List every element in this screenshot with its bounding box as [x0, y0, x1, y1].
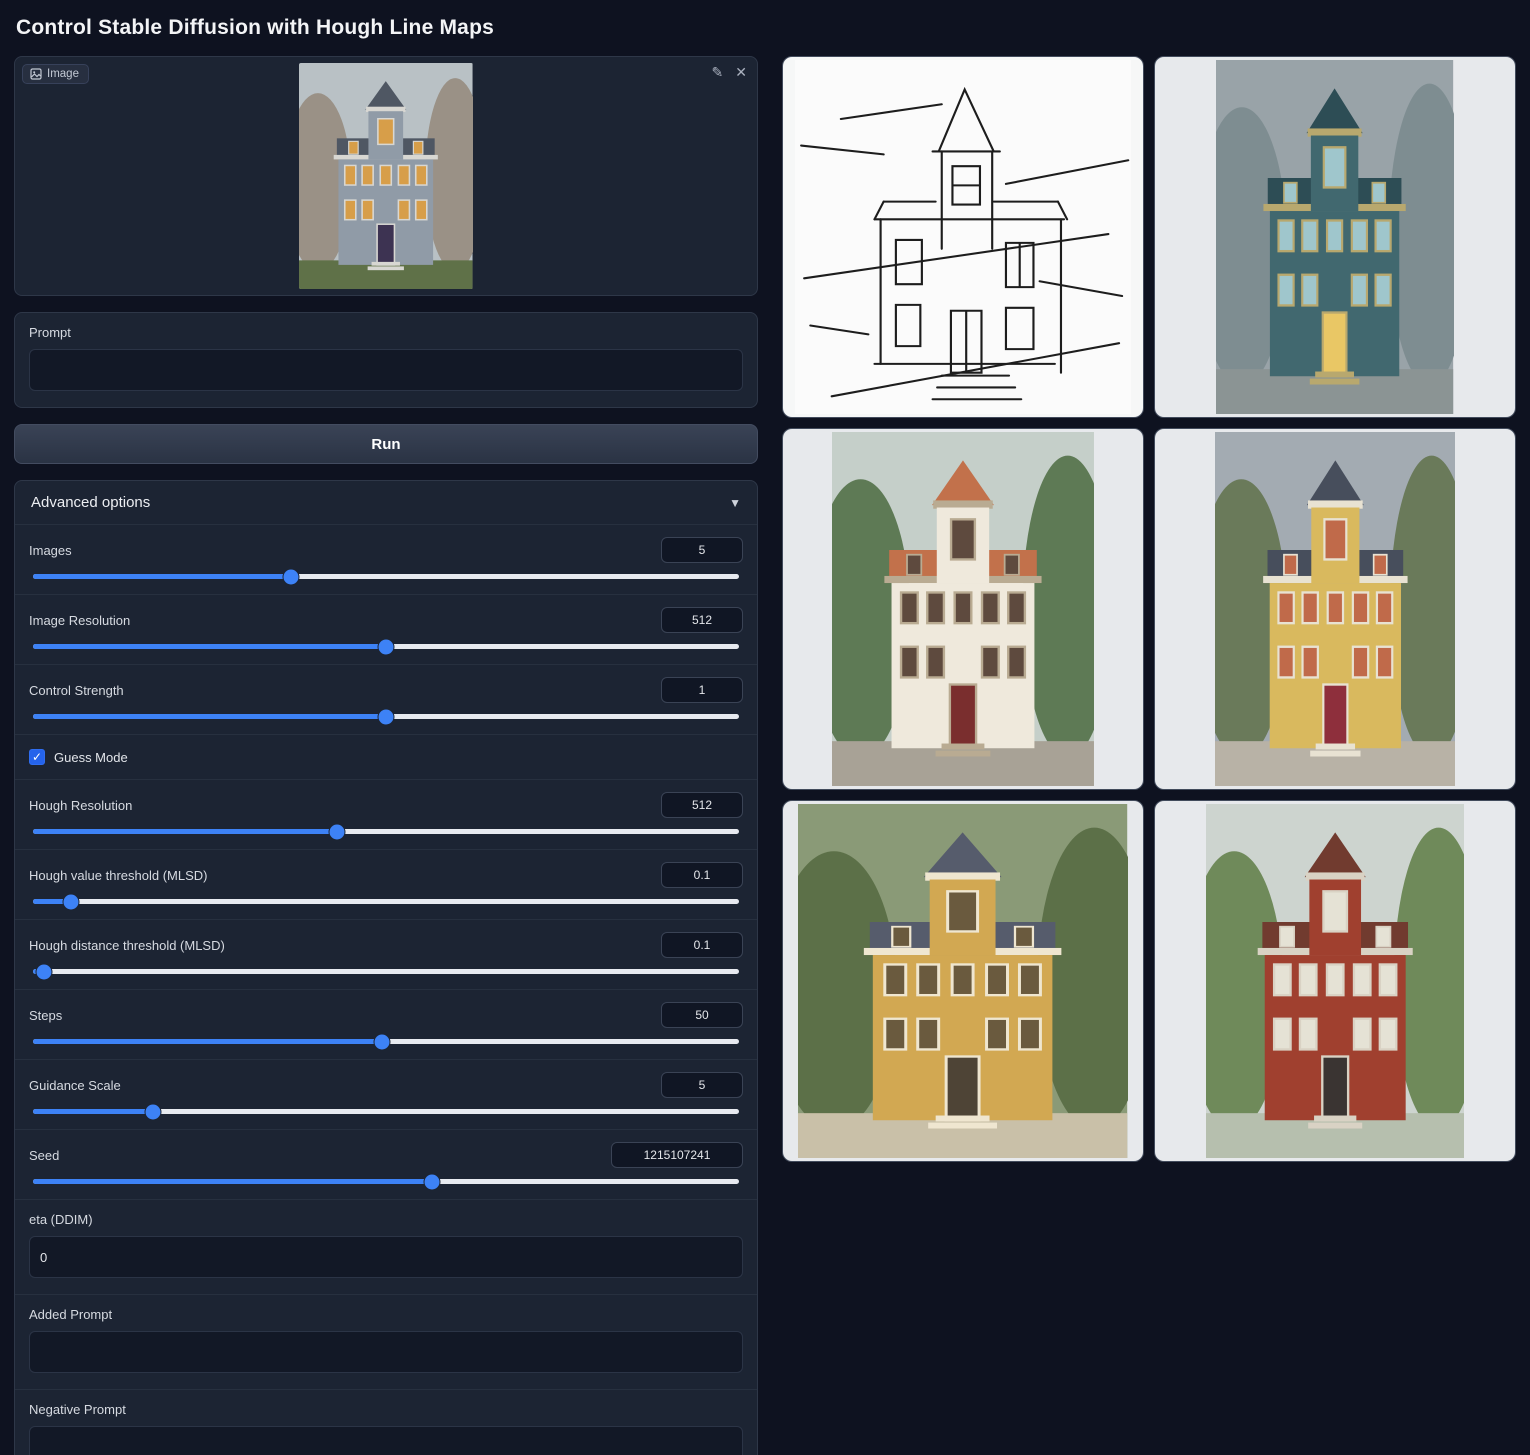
slider-label: Hough value threshold (MLSD)	[29, 868, 207, 883]
slider-track[interactable]	[33, 574, 739, 579]
slider-fill	[33, 1039, 382, 1044]
slider-track[interactable]	[33, 714, 739, 719]
left-column: Image ✎ ✕ Prompt Run Advanced opti	[14, 56, 758, 1455]
slider-handle[interactable]	[146, 1104, 161, 1119]
slider-handle[interactable]	[379, 709, 394, 724]
slider-handle[interactable]	[36, 964, 51, 979]
slider-value-box[interactable]: 1215107241	[611, 1142, 743, 1168]
gallery-item-hough-line-map[interactable]	[782, 56, 1144, 418]
slider-track[interactable]	[33, 644, 739, 649]
gallery-item-result-red-brick-victorian[interactable]	[1154, 800, 1516, 1162]
result-white-victorian	[832, 432, 1094, 786]
slider-fill	[33, 714, 386, 719]
input-image-component[interactable]: Image ✎ ✕	[14, 56, 758, 296]
slider-row: Seed 1215107241	[15, 1129, 757, 1199]
slider-label: Seed	[29, 1148, 59, 1163]
guess-mode-checkbox-row: ✓ Guess Mode	[15, 734, 757, 779]
input-image-thumbnail[interactable]	[299, 63, 473, 289]
slider-handle[interactable]	[329, 824, 344, 839]
advanced-rows: Images 5 Image Resolution 512 Control St…	[15, 524, 757, 1199]
slider-track[interactable]	[33, 969, 739, 974]
result-red-brick-victorian	[1206, 804, 1464, 1158]
eta-ddim-field-label: eta (DDIM)	[29, 1212, 743, 1227]
slider-handle[interactable]	[375, 1034, 390, 1049]
negative-prompt-field-row: Negative Prompt	[15, 1389, 757, 1455]
image-label-tag: Image	[22, 64, 89, 84]
slider-label: Images	[29, 543, 72, 558]
result-gold-victorian	[798, 804, 1127, 1158]
advanced-options-label: Advanced options	[31, 494, 150, 511]
slider-row: Control Strength 1	[15, 664, 757, 734]
slider-track[interactable]	[33, 1109, 739, 1114]
slider-track[interactable]	[33, 899, 739, 904]
slider-fill	[33, 644, 386, 649]
slider-value-box[interactable]: 0.1	[661, 932, 743, 958]
slider-row: Guidance Scale 5	[15, 1059, 757, 1129]
gallery-grid	[782, 56, 1516, 1162]
slider-label: Steps	[29, 1008, 62, 1023]
slider-value-box[interactable]: 512	[661, 792, 743, 818]
hough-line-map	[795, 60, 1131, 414]
slider-row: Steps 50	[15, 989, 757, 1059]
image-icon	[30, 68, 42, 80]
gallery-item-result-teal-victorian[interactable]	[1154, 56, 1516, 418]
slider-row: Images 5	[15, 524, 757, 594]
advanced-options-panel: Advanced options ▼ Images 5 Image Resolu…	[14, 480, 758, 1455]
slider-row: Image Resolution 512	[15, 594, 757, 664]
added-prompt-field-label: Added Prompt	[29, 1307, 743, 1322]
checkbox-label: Guess Mode	[54, 750, 128, 765]
slider-label: Hough Resolution	[29, 798, 132, 813]
collapse-chevron-icon[interactable]: ▼	[729, 496, 741, 510]
gallery-item-result-yellow-victorian[interactable]	[1154, 428, 1516, 790]
advanced-options-header[interactable]: Advanced options ▼	[15, 481, 757, 524]
result-teal-victorian	[1216, 60, 1453, 414]
right-column	[782, 56, 1516, 1162]
negative-prompt-field-label: Negative Prompt	[29, 1402, 743, 1417]
slider-handle[interactable]	[283, 569, 298, 584]
added-prompt-field-row: Added Prompt	[15, 1294, 757, 1389]
slider-value-box[interactable]: 0.1	[661, 862, 743, 888]
slider-fill	[33, 574, 291, 579]
edit-image-icon[interactable]: ✎	[712, 65, 724, 79]
run-button[interactable]: Run	[14, 424, 758, 464]
clear-image-icon[interactable]: ✕	[735, 65, 747, 79]
added-prompt-field[interactable]	[29, 1331, 743, 1373]
slider-handle[interactable]	[64, 894, 79, 909]
app-root: Control Stable Diffusion with Hough Line…	[0, 0, 1530, 1455]
slider-row: Hough Resolution 512	[15, 779, 757, 849]
checkbox[interactable]: ✓	[29, 749, 45, 765]
eta-ddim-field-row: eta (DDIM)	[15, 1199, 757, 1294]
slider-track[interactable]	[33, 1179, 739, 1184]
slider-fill	[33, 1109, 153, 1114]
slider-row: Hough distance threshold (MLSD) 0.1	[15, 919, 757, 989]
slider-label: Image Resolution	[29, 613, 130, 628]
prompt-input[interactable]	[29, 349, 743, 391]
page-title: Control Stable Diffusion with Hough Line…	[16, 16, 1516, 40]
gallery-item-result-white-victorian[interactable]	[782, 428, 1144, 790]
result-yellow-victorian	[1215, 432, 1456, 786]
slider-value-box[interactable]: 512	[661, 607, 743, 633]
slider-track[interactable]	[33, 1039, 739, 1044]
eta-ddim-field[interactable]	[29, 1236, 743, 1278]
slider-label: Guidance Scale	[29, 1078, 121, 1093]
slider-label: Hough distance threshold (MLSD)	[29, 938, 225, 953]
slider-handle[interactable]	[379, 639, 394, 654]
slider-fill	[33, 1179, 432, 1184]
slider-fill	[33, 829, 337, 834]
slider-value-box[interactable]: 5	[661, 1072, 743, 1098]
slider-label: Control Strength	[29, 683, 124, 698]
image-label: Image	[47, 68, 79, 80]
negative-prompt-field[interactable]	[29, 1426, 743, 1455]
prompt-label: Prompt	[29, 325, 743, 340]
slider-row: Hough value threshold (MLSD) 0.1	[15, 849, 757, 919]
slider-value-box[interactable]: 1	[661, 677, 743, 703]
prompt-component: Prompt	[14, 312, 758, 408]
gallery-item-result-gold-victorian[interactable]	[782, 800, 1144, 1162]
slider-track[interactable]	[33, 829, 739, 834]
slider-handle[interactable]	[424, 1174, 439, 1189]
slider-value-box[interactable]: 50	[661, 1002, 743, 1028]
slider-value-box[interactable]: 5	[661, 537, 743, 563]
advanced-textfields: eta (DDIM) Added Prompt Negative Prompt	[15, 1199, 757, 1455]
